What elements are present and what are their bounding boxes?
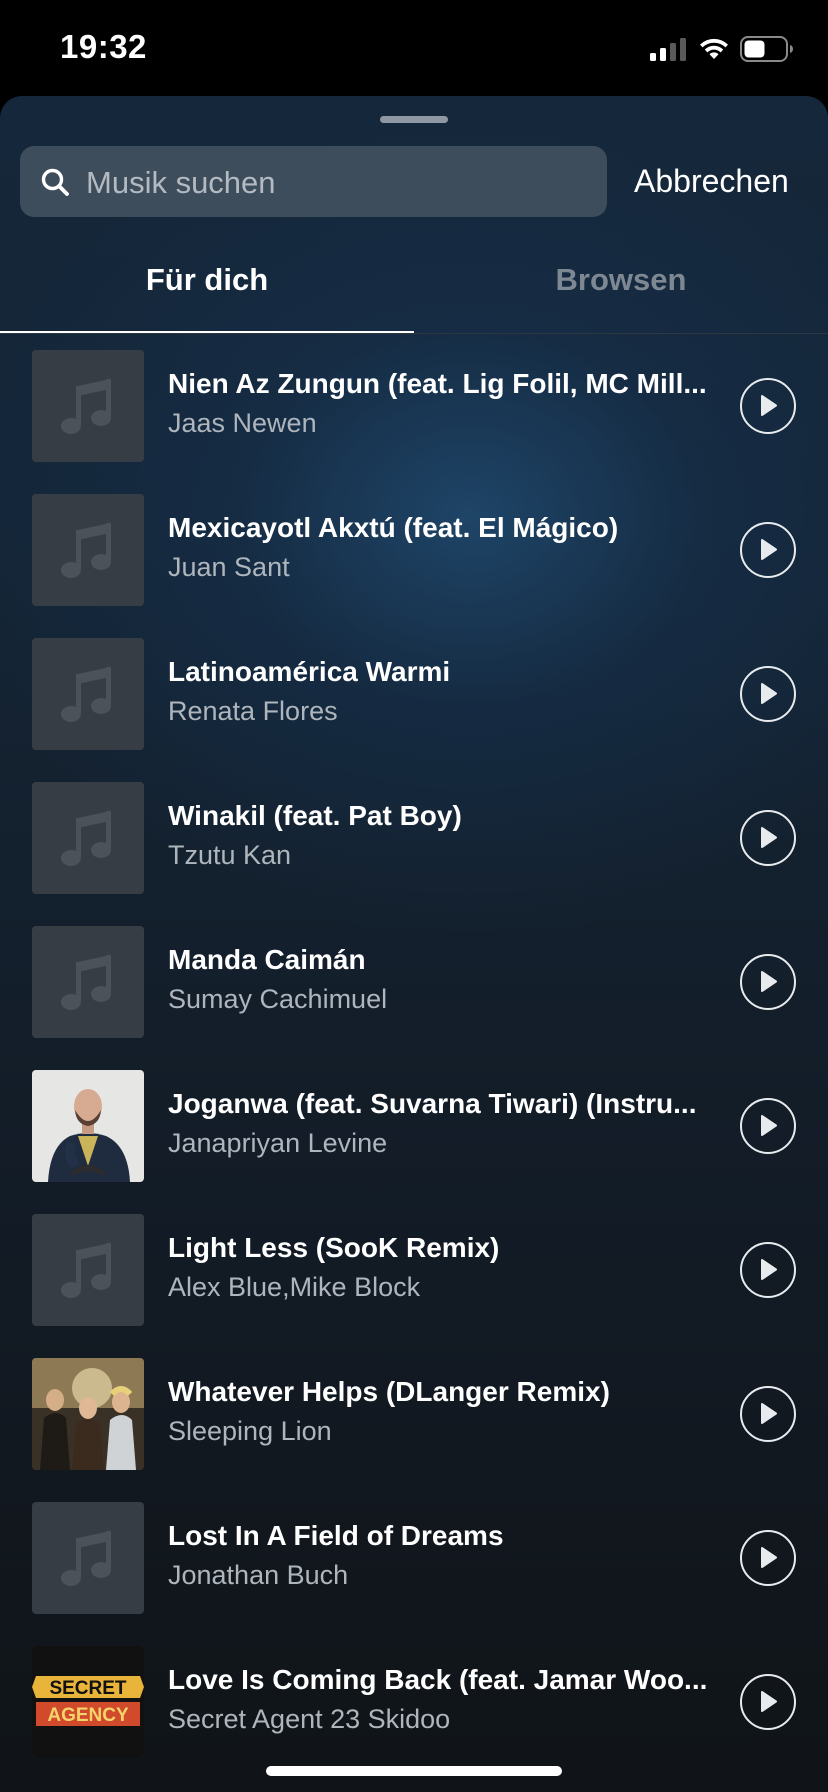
secret-agent-logo: SECRET AGENCY <box>32 1646 144 1758</box>
song-artist: Alex Blue,Mike Block <box>168 1272 421 1302</box>
song-title: Winakil (feat. Pat Boy) <box>168 800 462 831</box>
play-icon <box>761 1547 777 1568</box>
song-artist: Janapriyan Levine <box>168 1128 388 1158</box>
song-artist: Jonathan Buch <box>168 1560 349 1590</box>
song-list: Nien Az Zungun (feat. Lig Folil, MC Mill… <box>0 350 828 1790</box>
song-title: Joganwa (feat. Suvarna Tiwari) (Instru..… <box>168 1088 697 1119</box>
play-button[interactable] <box>740 810 796 866</box>
play-button[interactable] <box>740 1098 796 1154</box>
play-button[interactable] <box>740 666 796 722</box>
song-title: Lost In A Field of Dreams <box>168 1520 504 1551</box>
portrait-photo <box>32 1070 144 1182</box>
artwork-placeholder <box>32 926 144 1038</box>
artwork-portrait-photo <box>32 1070 144 1182</box>
artwork-placeholder <box>32 350 144 462</box>
song-title: Love Is Coming Back (feat. Jamar Woo... <box>168 1664 708 1695</box>
song-title: Manda Caimán <box>168 944 366 975</box>
status-icons <box>650 34 794 64</box>
song-artist: Juan Sant <box>168 552 290 582</box>
music-note-icon <box>61 1531 111 1586</box>
tab-browse[interactable]: Browsen <box>414 236 828 328</box>
search-input[interactable] <box>84 146 588 219</box>
artwork-placeholder <box>32 1214 144 1326</box>
music-note-icon <box>61 379 111 434</box>
play-icon <box>761 1115 777 1136</box>
play-button[interactable] <box>740 522 796 578</box>
play-button[interactable] <box>740 954 796 1010</box>
song-title: Mexicayotl Akxtú (feat. El Mágico) <box>168 512 619 543</box>
music-note-icon <box>61 667 111 722</box>
status-time: 19:32 <box>60 28 147 65</box>
play-icon <box>761 683 777 704</box>
play-icon <box>761 971 777 992</box>
status-bar: 19:32 <box>0 0 828 96</box>
play-icon <box>761 1403 777 1424</box>
play-button[interactable] <box>740 1242 796 1298</box>
music-note-icon <box>61 811 111 866</box>
play-icon <box>761 1691 777 1712</box>
music-note-icon <box>61 523 111 578</box>
cancel-button[interactable]: Abbrechen <box>634 146 789 217</box>
tab-bar: Für dich Browsen <box>0 236 828 331</box>
song-row[interactable]: Winakil (feat. Pat Boy) Tzutu Kan <box>0 782 828 926</box>
tab-for-you[interactable]: Für dich <box>0 236 414 328</box>
search-field[interactable] <box>20 146 607 219</box>
music-picker-sheet: Abbrechen Für dich Browsen Nien Az Zungu… <box>0 96 828 1792</box>
home-indicator[interactable] <box>266 1766 562 1776</box>
song-row[interactable]: Manda Caimán Sumay Cachimuel <box>0 926 828 1070</box>
play-icon <box>761 395 777 416</box>
wifi-icon <box>700 38 728 59</box>
battery-icon <box>740 36 793 62</box>
song-artist: Renata Flores <box>168 696 338 726</box>
play-button[interactable] <box>740 1674 796 1730</box>
song-title: Light Less (SooK Remix) <box>168 1232 500 1263</box>
artwork-secret-agent-logo: SECRET AGENCY <box>32 1646 144 1758</box>
play-button[interactable] <box>740 1530 796 1586</box>
song-title: Whatever Helps (DLanger Remix) <box>168 1376 610 1407</box>
music-note-icon <box>61 955 111 1010</box>
song-artist: Sumay Cachimuel <box>168 984 388 1014</box>
artwork-placeholder <box>32 638 144 750</box>
sheet-grabber[interactable] <box>380 116 448 123</box>
play-button[interactable] <box>740 378 796 434</box>
song-row[interactable]: Joganwa (feat. Suvarna Tiwari) (Instru..… <box>0 1070 828 1214</box>
play-icon <box>761 827 777 848</box>
band-photo <box>32 1358 144 1470</box>
artwork-band-photo <box>32 1358 144 1470</box>
artwork-placeholder <box>32 1502 144 1614</box>
song-row[interactable]: Nien Az Zungun (feat. Lig Folil, MC Mill… <box>0 350 828 494</box>
artwork-placeholder <box>32 494 144 606</box>
song-artist: Tzutu Kan <box>168 840 292 870</box>
svg-text:AGENCY: AGENCY <box>47 1705 129 1726</box>
song-row[interactable]: Whatever Helps (DLanger Remix) Sleeping … <box>0 1358 828 1502</box>
song-row[interactable]: Mexicayotl Akxtú (feat. El Mágico) Juan … <box>0 494 828 638</box>
search-icon <box>41 168 69 196</box>
song-row[interactable]: Light Less (SooK Remix) Alex Blue,Mike B… <box>0 1214 828 1358</box>
song-artist: Secret Agent 23 Skidoo <box>168 1704 451 1734</box>
song-title: Latinoamérica Warmi <box>168 656 451 687</box>
song-artist: Jaas Newen <box>168 408 317 438</box>
play-button[interactable] <box>740 1386 796 1442</box>
music-note-icon <box>61 1243 111 1298</box>
song-row[interactable]: Latinoamérica Warmi Renata Flores <box>0 638 828 782</box>
svg-text:SECRET: SECRET <box>49 1678 126 1699</box>
artwork-placeholder <box>32 782 144 894</box>
play-icon <box>761 1259 777 1280</box>
play-icon <box>761 539 777 560</box>
tab-divider <box>0 333 828 334</box>
song-row[interactable]: Lost In A Field of Dreams Jonathan Buch <box>0 1502 828 1646</box>
cellular-signal-icon <box>650 38 686 61</box>
song-title: Nien Az Zungun (feat. Lig Folil, MC Mill… <box>168 368 707 399</box>
song-artist: Sleeping Lion <box>168 1416 332 1446</box>
